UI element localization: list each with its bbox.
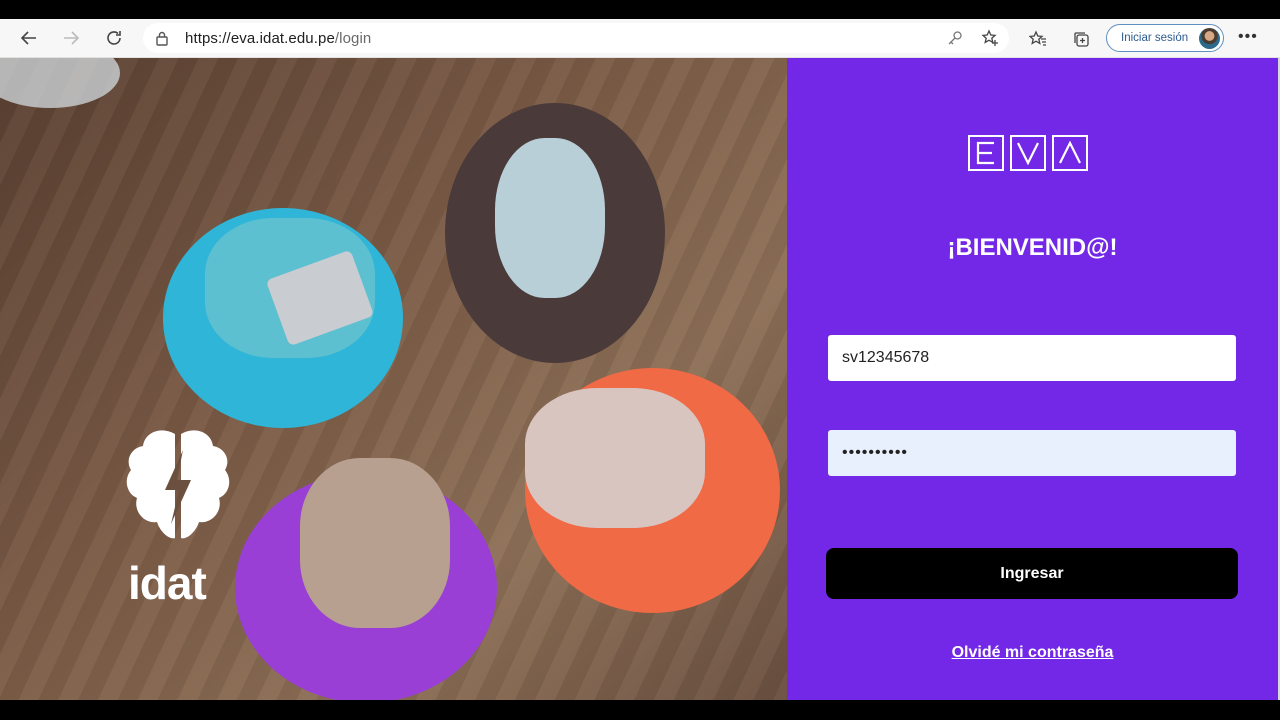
brain-logo-icon <box>126 430 230 539</box>
person-bottom <box>300 458 450 628</box>
eva-logo-letter-e <box>968 135 1004 171</box>
browser-toolbar: https://eva.idat.edu.pe/login Iniciar se… <box>0 19 1280 58</box>
collections-icon <box>1074 32 1089 47</box>
eva-logo <box>968 135 1088 171</box>
favorites-icon <box>1029 30 1046 46</box>
username-field[interactable] <box>828 335 1236 381</box>
person-top <box>495 138 605 298</box>
hero-photo: idat <box>0 58 787 700</box>
eva-logo-letter-a <box>1052 135 1088 171</box>
refresh-icon <box>107 31 121 45</box>
add-favorite-icon[interactable] <box>981 29 999 47</box>
url-text: https://eva.idat.edu.pe/login <box>185 30 371 47</box>
forgot-password-link[interactable]: Olvidé mi contraseña <box>787 644 1278 662</box>
welcome-heading: ¡BIENVENID@! <box>947 234 1118 261</box>
eva-logo-letter-v <box>1010 135 1046 171</box>
refresh-button[interactable] <box>99 23 129 53</box>
forward-button[interactable] <box>56 23 86 53</box>
collections-button[interactable] <box>1069 27 1093 51</box>
url-host: https://eva.idat.edu.pe <box>185 30 335 47</box>
favorites-button[interactable] <box>1026 27 1050 51</box>
login-button[interactable]: Ingresar <box>826 548 1238 599</box>
back-icon <box>20 31 36 45</box>
chair-shape <box>0 58 120 108</box>
idat-logo-text: idat <box>128 557 207 609</box>
signin-label: Iniciar sesión <box>1121 32 1189 44</box>
person-right <box>525 388 705 528</box>
screen-top-border <box>0 0 1280 19</box>
address-bar[interactable]: https://eva.idat.edu.pe/login <box>143 23 1009 53</box>
profile-avatar <box>1199 28 1220 49</box>
password-field[interactable] <box>828 430 1236 476</box>
lock-icon <box>156 31 168 46</box>
back-button[interactable] <box>14 23 44 53</box>
signin-button[interactable]: Iniciar sesión <box>1106 24 1224 52</box>
screen-bottom-border <box>0 700 1280 720</box>
key-icon[interactable] <box>947 30 963 46</box>
more-icon[interactable]: ••• <box>1238 28 1258 46</box>
forward-icon <box>64 31 80 45</box>
login-panel: ¡BIENVENID@! Ingresar Olvidé mi contrase… <box>787 58 1278 700</box>
url-path: /login <box>334 30 372 47</box>
